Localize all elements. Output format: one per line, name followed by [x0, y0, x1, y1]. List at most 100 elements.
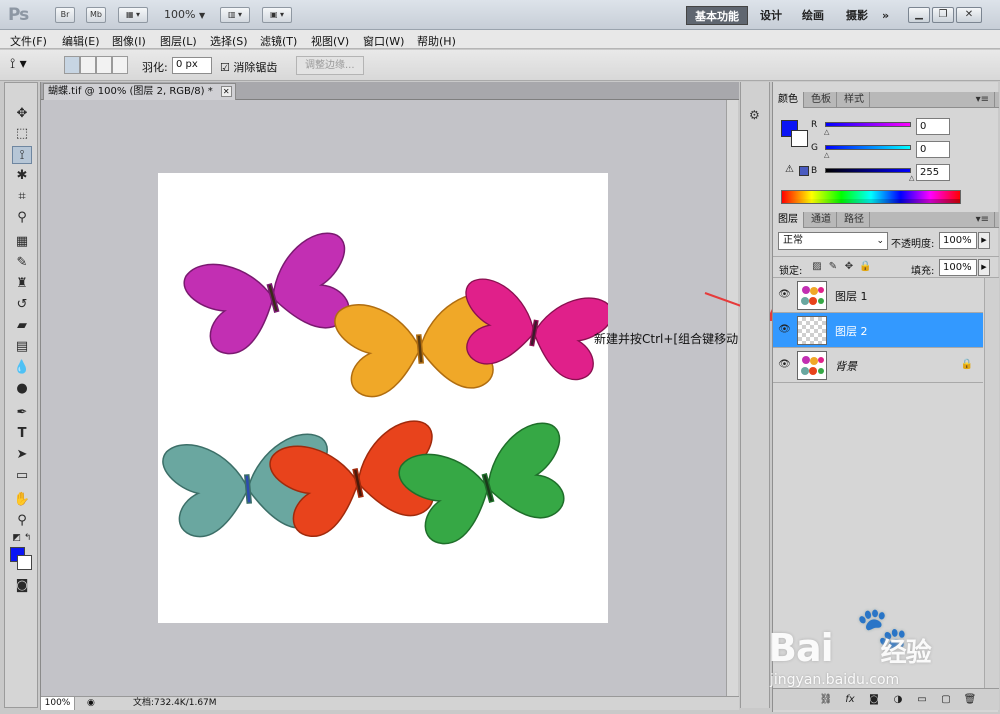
- layers-panel-menu-icon[interactable]: ▾≡: [971, 212, 995, 228]
- marquee-tool-icon[interactable]: ⬚: [12, 125, 32, 143]
- delete-layer-icon[interactable]: 🗑: [963, 693, 977, 707]
- minibridge-button[interactable]: Mb: [86, 7, 106, 23]
- arrange-documents-button[interactable]: ▥ ▾: [220, 7, 250, 23]
- lock-transparent-icon[interactable]: ▨: [811, 261, 823, 273]
- layer-row-background[interactable]: 👁 背景 🔒: [773, 348, 983, 383]
- gamut-warning-icon[interactable]: ⚠: [785, 164, 794, 175]
- color-spectrum-bar[interactable]: [781, 190, 961, 204]
- zoom-tool-icon[interactable]: ⚲: [12, 512, 32, 530]
- opacity-input[interactable]: 100%: [939, 232, 977, 249]
- link-layers-icon[interactable]: ⛓: [819, 693, 833, 707]
- adjustment-layer-icon[interactable]: ◑: [891, 693, 905, 707]
- dodge-tool-icon[interactable]: ●: [12, 380, 32, 398]
- gamut-swatch[interactable]: [799, 166, 809, 176]
- polygonal-lasso-tool-icon[interactable]: ⟟: [12, 146, 32, 164]
- layer-row-2[interactable]: 👁 图层 2: [773, 313, 983, 348]
- blue-slider[interactable]: B △ 255: [811, 164, 991, 186]
- menu-file[interactable]: 文件(F): [10, 33, 47, 49]
- bridge-button[interactable]: Br: [55, 7, 75, 23]
- lock-image-icon[interactable]: ✎: [827, 261, 839, 273]
- blend-mode-select[interactable]: 正常 ⌄: [778, 232, 888, 250]
- menu-image[interactable]: 图像(I): [112, 33, 146, 49]
- new-selection-icon[interactable]: [64, 56, 80, 74]
- green-value-input[interactable]: 0: [916, 141, 950, 158]
- blur-tool-icon[interactable]: 💧: [12, 359, 32, 377]
- magic-wand-tool-icon[interactable]: ✱: [12, 167, 32, 185]
- fill-arrow-icon[interactable]: ▶: [978, 259, 990, 276]
- menu-filter[interactable]: 滤镜(T): [260, 33, 297, 49]
- new-layer-icon[interactable]: ▢: [939, 693, 953, 707]
- workspace-photography[interactable]: 摄影: [838, 6, 876, 25]
- menu-edit[interactable]: 编辑(E): [62, 33, 100, 49]
- feather-input[interactable]: 0 px: [172, 57, 212, 74]
- type-tool-icon[interactable]: T: [12, 425, 32, 443]
- gradient-tool-icon[interactable]: ▤: [12, 338, 32, 356]
- lasso-preset-icon[interactable]: ⟟ ▾: [10, 56, 50, 74]
- eraser-tool-icon[interactable]: ▰: [12, 317, 32, 335]
- fill-input[interactable]: 100%: [939, 259, 977, 276]
- healing-brush-tool-icon[interactable]: ▦: [12, 233, 32, 251]
- workspace-design[interactable]: 设计: [752, 6, 790, 25]
- tab-layers[interactable]: 图层: [773, 212, 804, 228]
- screen-mode-button[interactable]: ▣ ▾: [262, 7, 292, 23]
- workspace-essentials[interactable]: 基本功能: [686, 6, 748, 25]
- view-extras-button[interactable]: ▦ ▾: [118, 7, 148, 23]
- eyedropper-tool-icon[interactable]: ⚲: [12, 209, 32, 227]
- green-slider-knob[interactable]: △: [824, 151, 829, 159]
- opacity-arrow-icon[interactable]: ▶: [978, 232, 990, 249]
- hand-tool-icon[interactable]: ✋: [12, 491, 32, 509]
- visibility-eye-icon[interactable]: 👁: [777, 358, 792, 372]
- background-color-swatch[interactable]: [17, 555, 32, 570]
- zoom-level[interactable]: 100% ▼: [164, 8, 205, 21]
- lock-all-icon[interactable]: 🔒: [859, 261, 871, 273]
- close-document-icon[interactable]: ✕: [220, 86, 232, 97]
- tab-color[interactable]: 颜色: [773, 92, 804, 108]
- document-scrollbar[interactable]: [726, 100, 738, 696]
- restore-icon[interactable]: ❐: [932, 7, 954, 23]
- red-value-input[interactable]: 0: [916, 118, 950, 135]
- clone-stamp-tool-icon[interactable]: ♜: [12, 275, 32, 293]
- visibility-eye-icon[interactable]: 👁: [777, 288, 792, 302]
- path-selection-tool-icon[interactable]: ➤: [12, 446, 32, 464]
- minimize-icon[interactable]: ▁: [908, 7, 930, 23]
- blue-slider-knob[interactable]: △: [909, 174, 914, 182]
- lock-position-icon[interactable]: ✥: [843, 261, 855, 273]
- red-slider-knob[interactable]: △: [824, 128, 829, 136]
- brush-tool-icon[interactable]: ✎: [12, 254, 32, 272]
- antialias-checkbox[interactable]: ☑ 消除锯齿: [220, 59, 277, 75]
- workspace-painting[interactable]: 绘画: [794, 6, 832, 25]
- tab-swatches[interactable]: 色板: [806, 92, 837, 108]
- move-tool-icon[interactable]: ✥: [12, 105, 32, 123]
- add-selection-icon[interactable]: [80, 56, 96, 74]
- layers-scrollbar[interactable]: [984, 278, 999, 688]
- menu-window[interactable]: 窗口(W): [363, 33, 404, 49]
- tab-channels[interactable]: 通道: [806, 212, 837, 228]
- red-slider[interactable]: R △ 0: [811, 118, 991, 140]
- swap-colors-icon[interactable]: ◩ ↰: [12, 529, 32, 547]
- visibility-eye-icon[interactable]: 👁: [777, 323, 792, 337]
- canvas[interactable]: [158, 173, 616, 623]
- shape-tool-icon[interactable]: ▭: [12, 467, 32, 485]
- layer-mask-icon[interactable]: ◙: [867, 693, 881, 707]
- close-icon[interactable]: ✕: [956, 7, 982, 23]
- crop-tool-icon[interactable]: ⌗: [12, 188, 32, 206]
- refine-edge-button[interactable]: 调整边缘...: [296, 56, 364, 75]
- history-brush-tool-icon[interactable]: ↺: [12, 296, 32, 314]
- group-layers-icon[interactable]: ▭: [915, 693, 929, 707]
- history-panel-icon[interactable]: ⚙: [749, 108, 763, 124]
- status-zoom-field[interactable]: 100%: [41, 697, 75, 710]
- intersect-selection-icon[interactable]: [112, 56, 128, 74]
- document-tab[interactable]: 蝴蝶.tif @ 100% (图层 2, RGB/8) * ✕: [43, 83, 236, 100]
- quick-mask-icon[interactable]: ◙: [12, 577, 32, 595]
- pen-tool-icon[interactable]: ✒: [12, 404, 32, 422]
- more-workspaces-button[interactable]: »: [874, 6, 897, 25]
- menu-layer[interactable]: 图层(L): [160, 33, 197, 49]
- tab-styles[interactable]: 样式: [839, 92, 870, 108]
- status-info-icon[interactable]: ◉: [87, 697, 95, 710]
- menu-help[interactable]: 帮助(H): [417, 33, 456, 49]
- green-slider[interactable]: G △ 0: [811, 141, 991, 163]
- tab-paths[interactable]: 路径: [839, 212, 870, 228]
- color-panel-background[interactable]: [791, 130, 808, 147]
- color-panel-menu-icon[interactable]: ▾≡: [971, 92, 995, 108]
- menu-view[interactable]: 视图(V): [311, 33, 349, 49]
